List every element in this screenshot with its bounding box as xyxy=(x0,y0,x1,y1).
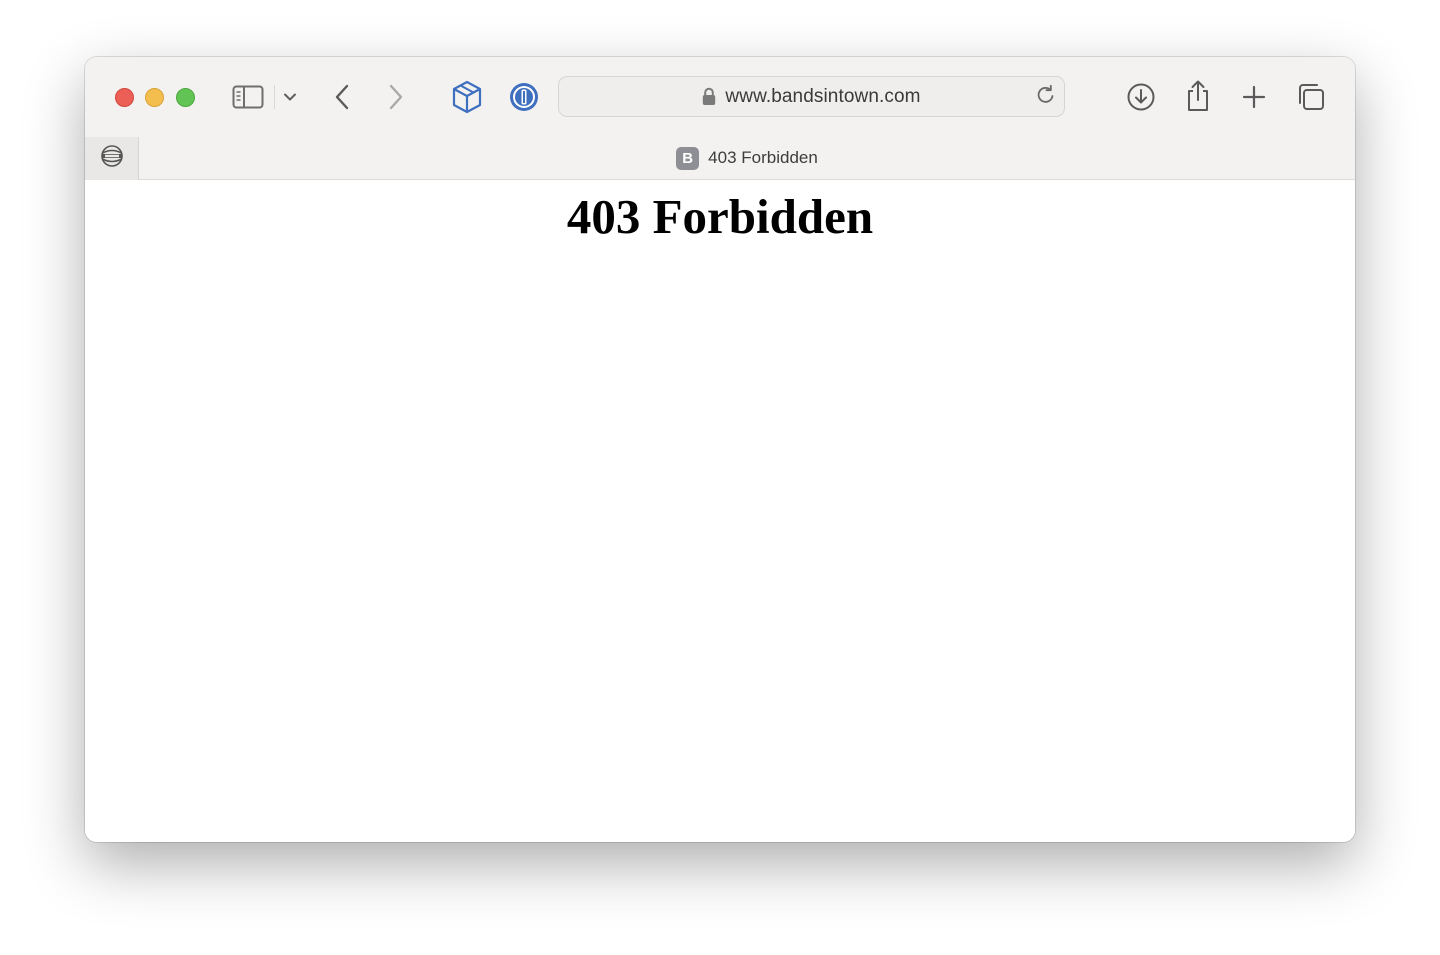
share-button[interactable] xyxy=(1182,79,1214,113)
download-icon xyxy=(1126,82,1156,112)
extension-cube-button[interactable] xyxy=(449,79,485,115)
page-content: 403 Forbidden xyxy=(85,180,1355,842)
new-tab-button[interactable] xyxy=(1238,81,1270,113)
tab-favicon: B xyxy=(676,146,700,170)
page-heading: 403 Forbidden xyxy=(566,189,874,244)
plus-icon xyxy=(1241,84,1267,110)
forward-button[interactable] xyxy=(383,81,409,113)
browser-window: www.bandsintown.com B 403 Forbidden 403 … xyxy=(85,57,1355,842)
tab-overview-icon xyxy=(1296,82,1326,112)
1password-icon xyxy=(508,81,540,113)
url-text: www.bandsintown.com xyxy=(725,85,921,107)
lock-icon xyxy=(702,87,716,106)
reload-button[interactable] xyxy=(1034,84,1058,111)
tab-bar: B 403 Forbidden xyxy=(85,137,1355,180)
maximize-window-button[interactable] xyxy=(176,88,195,107)
sidebar-toggle-button[interactable] xyxy=(231,82,265,112)
chevron-left-icon xyxy=(333,83,351,111)
sidebar-icon xyxy=(232,85,264,109)
minimize-window-button[interactable] xyxy=(145,88,164,107)
cube-icon xyxy=(451,80,483,114)
active-tab[interactable]: B 403 Forbidden xyxy=(139,137,1355,179)
toolbar: www.bandsintown.com xyxy=(85,57,1355,137)
downloads-button[interactable] xyxy=(1125,81,1157,113)
toolbar-separator xyxy=(274,85,275,109)
back-button[interactable] xyxy=(329,81,355,113)
pinned-tab[interactable] xyxy=(85,137,139,180)
tab-overview-button[interactable] xyxy=(1295,81,1327,113)
chevron-down-icon xyxy=(283,92,297,102)
reload-icon xyxy=(1035,84,1057,111)
close-window-button[interactable] xyxy=(115,88,134,107)
tab-group-menu-button[interactable] xyxy=(281,87,299,107)
extension-1password-button[interactable] xyxy=(506,79,542,115)
address-bar[interactable]: www.bandsintown.com xyxy=(558,76,1065,117)
share-icon xyxy=(1184,80,1212,112)
tab-title: 403 Forbidden xyxy=(708,148,818,167)
chevron-right-icon xyxy=(387,83,405,111)
pinned-site-icon xyxy=(99,143,125,174)
